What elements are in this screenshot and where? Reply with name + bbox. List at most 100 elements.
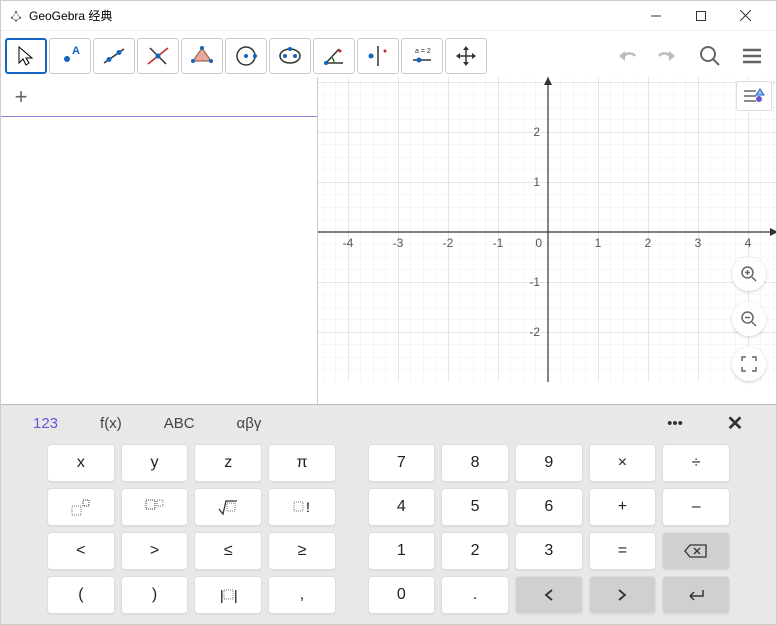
svg-text:-1: -1	[493, 236, 504, 250]
key-![interactable]: !	[268, 488, 336, 526]
key-▷[interactable]	[589, 576, 657, 614]
key-)[interactable]: )	[121, 576, 189, 614]
key-9[interactable]: 9	[515, 444, 583, 482]
reflect-tool[interactable]	[357, 38, 399, 74]
search-button[interactable]	[690, 38, 730, 74]
svg-text:|: |	[220, 587, 224, 603]
svg-text:-1: -1	[529, 275, 540, 289]
svg-text:1: 1	[595, 236, 602, 250]
keyboard-tabs: 123 f(x) ABC αβγ ••• ✕	[7, 409, 770, 444]
key-◁[interactable]	[515, 576, 583, 614]
virtual-keyboard: 123 f(x) ABC αβγ ••• ✕ xyzπ789×÷! 456+– <>…	[1, 404, 776, 624]
key--[interactable]: –	[662, 488, 730, 526]
style-bar-button[interactable]	[736, 81, 772, 111]
key-4[interactable]: 4	[368, 488, 436, 526]
key-=[interactable]: =	[589, 532, 657, 570]
svg-text:1: 1	[533, 175, 540, 189]
window-title: GeoGebra 经典	[29, 7, 112, 24]
key-y[interactable]: y	[121, 444, 189, 482]
key-z[interactable]: z	[194, 444, 262, 482]
key-×[interactable]: ×	[589, 444, 657, 482]
key-π[interactable]: π	[268, 444, 336, 482]
algebra-panel: +	[1, 77, 318, 404]
key-2[interactable]: 2	[441, 532, 509, 570]
svg-text:A: A	[72, 45, 80, 57]
key-5[interactable]: 5	[441, 488, 509, 526]
coordinate-grid: -4 -3 -2 -1 0 1 2 3 4 -2 -1 1 2	[318, 77, 776, 382]
key-gap	[342, 576, 362, 614]
svg-text:4: 4	[745, 236, 752, 250]
main-area: + -4 -3 -2 -1 0 1 2 3 4 -2 -1 1	[1, 77, 776, 404]
key-_[interactable]	[121, 488, 189, 526]
key-<[interactable]: <	[47, 532, 115, 570]
svg-text:|: |	[234, 587, 238, 603]
zoom-in-button[interactable]	[732, 257, 766, 291]
ellipse-tool[interactable]	[269, 38, 311, 74]
polygon-tool[interactable]	[181, 38, 223, 74]
key-8[interactable]: 8	[441, 444, 509, 482]
key-3[interactable]: 3	[515, 532, 583, 570]
zoom-out-button[interactable]	[732, 302, 766, 336]
svg-text:3: 3	[695, 236, 702, 250]
titlebar: GeoGebra 经典	[1, 1, 776, 31]
svg-text:a = 2: a = 2	[415, 48, 431, 55]
circle-tool[interactable]	[225, 38, 267, 74]
svg-text:-2: -2	[443, 236, 454, 250]
key-√[interactable]	[194, 488, 262, 526]
keyboard-keys: xyzπ789×÷!456+–<>≤≥123=()||,0.	[7, 444, 770, 614]
svg-text:-4: -4	[343, 236, 354, 250]
key-7[interactable]: 7	[368, 444, 436, 482]
key->[interactable]: >	[121, 532, 189, 570]
key-≤[interactable]: ≤	[194, 532, 262, 570]
keyboard-more-button[interactable]: •••	[660, 415, 690, 432]
svg-text:2: 2	[533, 125, 540, 139]
key-≥[interactable]: ≥	[268, 532, 336, 570]
key-,[interactable]: ,	[268, 576, 336, 614]
key-↵[interactable]	[662, 576, 730, 614]
key-÷[interactable]: ÷	[662, 444, 730, 482]
key-^[interactable]	[47, 488, 115, 526]
key-1[interactable]: 1	[368, 532, 436, 570]
key-+[interactable]: +	[589, 488, 657, 526]
add-input-button[interactable]: +	[1, 84, 41, 110]
keyboard-close-button[interactable]: ✕	[720, 411, 750, 436]
key-.[interactable]: .	[441, 576, 509, 614]
slider-tool[interactable]: a = 2	[401, 38, 443, 74]
fullscreen-button[interactable]	[732, 347, 766, 381]
kb-tab-abc[interactable]: ABC	[158, 413, 201, 434]
svg-text:2: 2	[645, 236, 652, 250]
move-tool[interactable]	[5, 38, 47, 74]
key-gap	[342, 532, 362, 570]
minimize-button[interactable]	[633, 1, 678, 31]
undo-button[interactable]	[606, 38, 646, 74]
key-([interactable]: (	[47, 576, 115, 614]
key-gap	[342, 444, 362, 482]
svg-text:0: 0	[535, 236, 542, 250]
algebra-input-row: +	[1, 77, 317, 117]
app-logo-icon	[9, 9, 23, 23]
svg-text:-2: -2	[529, 325, 540, 339]
algebra-input[interactable]	[41, 77, 317, 116]
svg-text:!: !	[306, 499, 310, 515]
key-|[interactable]: ||	[194, 576, 262, 614]
line-tool[interactable]	[93, 38, 135, 74]
key-⌫[interactable]	[662, 532, 730, 570]
key-gap	[342, 488, 362, 526]
kb-tab-123[interactable]: 123	[27, 413, 64, 434]
key-x[interactable]: x	[47, 444, 115, 482]
key-6[interactable]: 6	[515, 488, 583, 526]
perpendicular-tool[interactable]	[137, 38, 179, 74]
key-0[interactable]: 0	[368, 576, 436, 614]
graphics-view[interactable]: -4 -3 -2 -1 0 1 2 3 4 -2 -1 1 2	[318, 77, 776, 404]
menu-button[interactable]	[732, 38, 772, 74]
maximize-button[interactable]	[678, 1, 723, 31]
redo-button[interactable]	[648, 38, 688, 74]
kb-tab-greek[interactable]: αβγ	[231, 413, 268, 434]
move-view-tool[interactable]	[445, 38, 487, 74]
svg-text:-3: -3	[393, 236, 404, 250]
angle-tool[interactable]	[313, 38, 355, 74]
main-toolbar: A a = 2	[1, 31, 776, 77]
kb-tab-fx[interactable]: f(x)	[94, 413, 128, 434]
point-tool[interactable]: A	[49, 38, 91, 74]
close-button[interactable]	[723, 1, 768, 31]
